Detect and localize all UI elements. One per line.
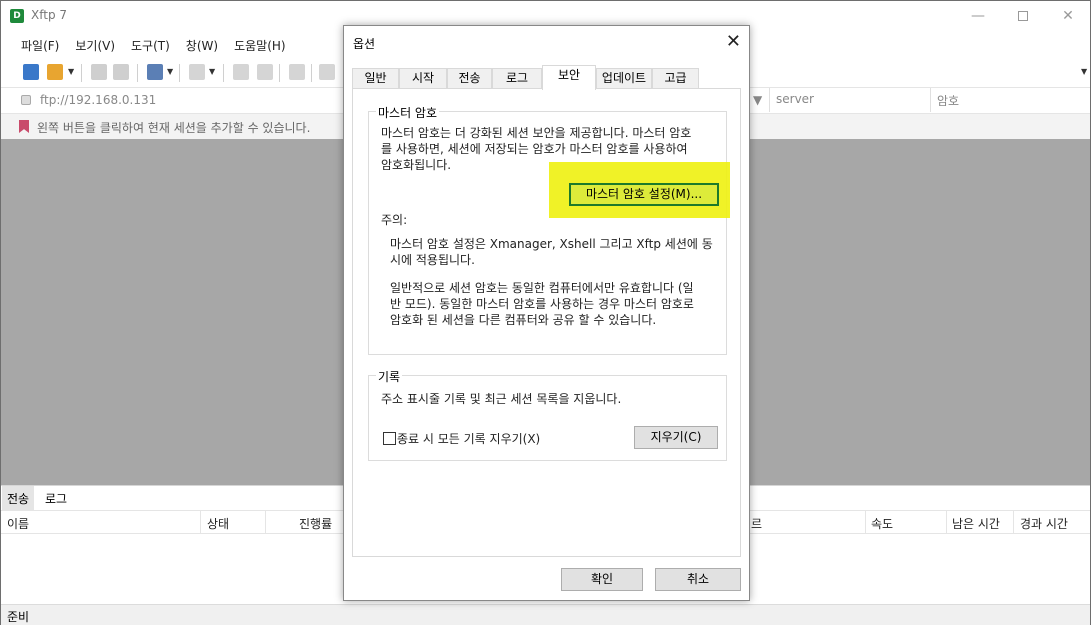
- tab-transfer-settings[interactable]: 전송: [447, 68, 492, 89]
- close-icon: ✕: [1062, 8, 1074, 24]
- set-master-password-button[interactable]: 마스터 암호 설정(M)...: [569, 183, 719, 206]
- col-speed[interactable]: 속도: [871, 515, 893, 532]
- note1-line2: 시에 적용됩니다.: [390, 253, 475, 267]
- tab-log-settings[interactable]: 로그: [492, 68, 542, 89]
- master-desc-line3: 암호화됩니다.: [381, 158, 452, 172]
- menu-help[interactable]: 도움말(H): [226, 33, 294, 57]
- menu-window[interactable]: 창(W): [178, 33, 226, 57]
- col-elapsed-time[interactable]: 경과 시간: [1020, 515, 1068, 532]
- column-separator: [946, 511, 947, 534]
- toolbar-separator: [279, 64, 280, 82]
- menu-file[interactable]: 파일(F): [13, 33, 67, 57]
- col-name[interactable]: 이름: [7, 515, 29, 532]
- column-separator: [930, 88, 931, 112]
- history-group: 기록 주소 표시줄 기록 및 최근 세션 목록을 지웁니다. 종료 시 모든 기…: [368, 368, 727, 461]
- column-separator: [769, 88, 770, 112]
- dialog-close-button[interactable]: ✕: [726, 31, 741, 52]
- open-folder-icon[interactable]: [47, 64, 63, 80]
- open-dropdown-icon[interactable]: ▼: [68, 67, 74, 76]
- close-window-button[interactable]: ✕: [1045, 1, 1091, 31]
- tab-startup[interactable]: 시작: [399, 68, 447, 89]
- note2-line2: 반 모드). 동일한 마스터 암호를 사용하는 경우 마스터 암호로: [390, 297, 694, 311]
- options-dialog: 옵션 ✕ 일반 시작 전송 로그 보안 업데이트 고급 마스터 암호 마스터 암…: [343, 25, 750, 601]
- menu-tools[interactable]: 도구(T): [123, 33, 178, 57]
- history-desc: 주소 표시줄 기록 및 최근 세션 목록을 지웁니다.: [381, 392, 622, 406]
- history-group-title: 기록: [376, 368, 403, 385]
- toolbar-separator: [137, 64, 138, 82]
- column-separator: [265, 511, 266, 534]
- xftp-app-icon: D: [10, 9, 24, 23]
- ok-button[interactable]: 확인: [561, 568, 643, 591]
- tab-advanced[interactable]: 고급: [652, 68, 699, 89]
- toolbar-separator: [311, 64, 312, 82]
- master-desc-line1: 마스터 암호는 더 강화된 세션 보안을 제공합니다. 마스터 암호: [381, 126, 692, 140]
- download-icon[interactable]: [257, 64, 273, 80]
- toolbar-separator: [223, 64, 224, 82]
- tab-log[interactable]: 로그: [40, 486, 72, 510]
- clear-history-on-exit-label[interactable]: 종료 시 모든 기록 지우기(X): [397, 431, 540, 447]
- menu-view[interactable]: 보기(V): [67, 33, 123, 57]
- session-manager-icon[interactable]: [147, 64, 163, 80]
- maximize-icon: [1018, 11, 1028, 21]
- status-text: 준비: [7, 610, 30, 624]
- address-input[interactable]: ftp://192.168.0.131: [40, 93, 156, 107]
- column-separator: [865, 511, 866, 534]
- col-status[interactable]: 상태: [207, 515, 229, 532]
- connect-icon[interactable]: [91, 64, 107, 80]
- dialog-title: 옵션: [353, 37, 376, 51]
- upload-icon[interactable]: [233, 64, 249, 80]
- session-dropdown-icon[interactable]: ▼: [167, 67, 173, 76]
- minimize-icon: —: [971, 8, 985, 24]
- note1-line1: 마스터 암호 설정은 Xmanager, Xshell 그리고 Xftp 세션에…: [390, 237, 713, 251]
- print-icon[interactable]: [319, 64, 335, 80]
- master-password-group: 마스터 암호 마스터 암호는 더 강화된 세션 보안을 제공합니다. 마스터 암…: [368, 104, 727, 355]
- sync-icon[interactable]: [289, 64, 305, 80]
- master-desc-line2: 를 사용하면, 세션에 저장되는 암호가 마스터 암호를 사용하여: [381, 142, 688, 156]
- new-session-icon[interactable]: [23, 64, 39, 80]
- disconnect-icon[interactable]: [113, 64, 129, 80]
- terminal-dropdown-icon[interactable]: ▼: [209, 67, 215, 76]
- terminal-icon[interactable]: [189, 64, 205, 80]
- bookmark-icon[interactable]: [19, 120, 29, 133]
- dialog-tab-bar: 일반 시작 전송 로그 보안 업데이트 고급: [352, 65, 742, 90]
- note2-line1: 일반적으로 세션 암호는 동일한 컴퓨터에서만 유효합니다 (일: [390, 281, 694, 295]
- close-icon: ✕: [725, 31, 741, 52]
- note2-line3: 암호화 된 세션을 다른 컴퓨터와 공유 할 수 있습니다.: [390, 313, 657, 327]
- maximize-button[interactable]: [1000, 1, 1046, 31]
- col-truncated[interactable]: 르: [751, 515, 762, 532]
- toolbar-separator: [179, 64, 180, 82]
- col-remaining-time[interactable]: 남은 시간: [952, 515, 1000, 532]
- tab-update[interactable]: 업데이트: [596, 68, 652, 89]
- clear-history-on-exit-checkbox[interactable]: [383, 432, 396, 445]
- minimize-button[interactable]: —: [955, 1, 1001, 31]
- security-tab-panel: 마스터 암호 마스터 암호는 더 강화된 세션 보안을 제공합니다. 마스터 암…: [352, 88, 741, 557]
- tab-general[interactable]: 일반: [352, 68, 399, 89]
- toolbar-separator: [81, 64, 82, 82]
- column-separator: [1013, 511, 1014, 534]
- note-title: 주의:: [381, 213, 408, 227]
- tab-transfer[interactable]: 전송: [2, 486, 35, 510]
- master-password-group-title: 마스터 암호: [376, 104, 440, 121]
- col-progress[interactable]: 진행률: [299, 515, 332, 532]
- column-separator: [200, 511, 201, 534]
- app-title: Xftp 7: [31, 8, 68, 22]
- clear-history-button[interactable]: 지우기(C): [634, 426, 718, 449]
- lock-icon: [21, 95, 31, 105]
- tab-security[interactable]: 보안: [542, 65, 596, 90]
- status-bar: 준비: [1, 604, 1090, 625]
- hint-text: 왼쪽 버튼을 클릭하여 현재 세션을 추가할 수 있습니다.: [37, 121, 311, 135]
- toolbar-overflow-icon[interactable]: ▼: [1081, 67, 1087, 76]
- cancel-button[interactable]: 취소: [655, 568, 741, 591]
